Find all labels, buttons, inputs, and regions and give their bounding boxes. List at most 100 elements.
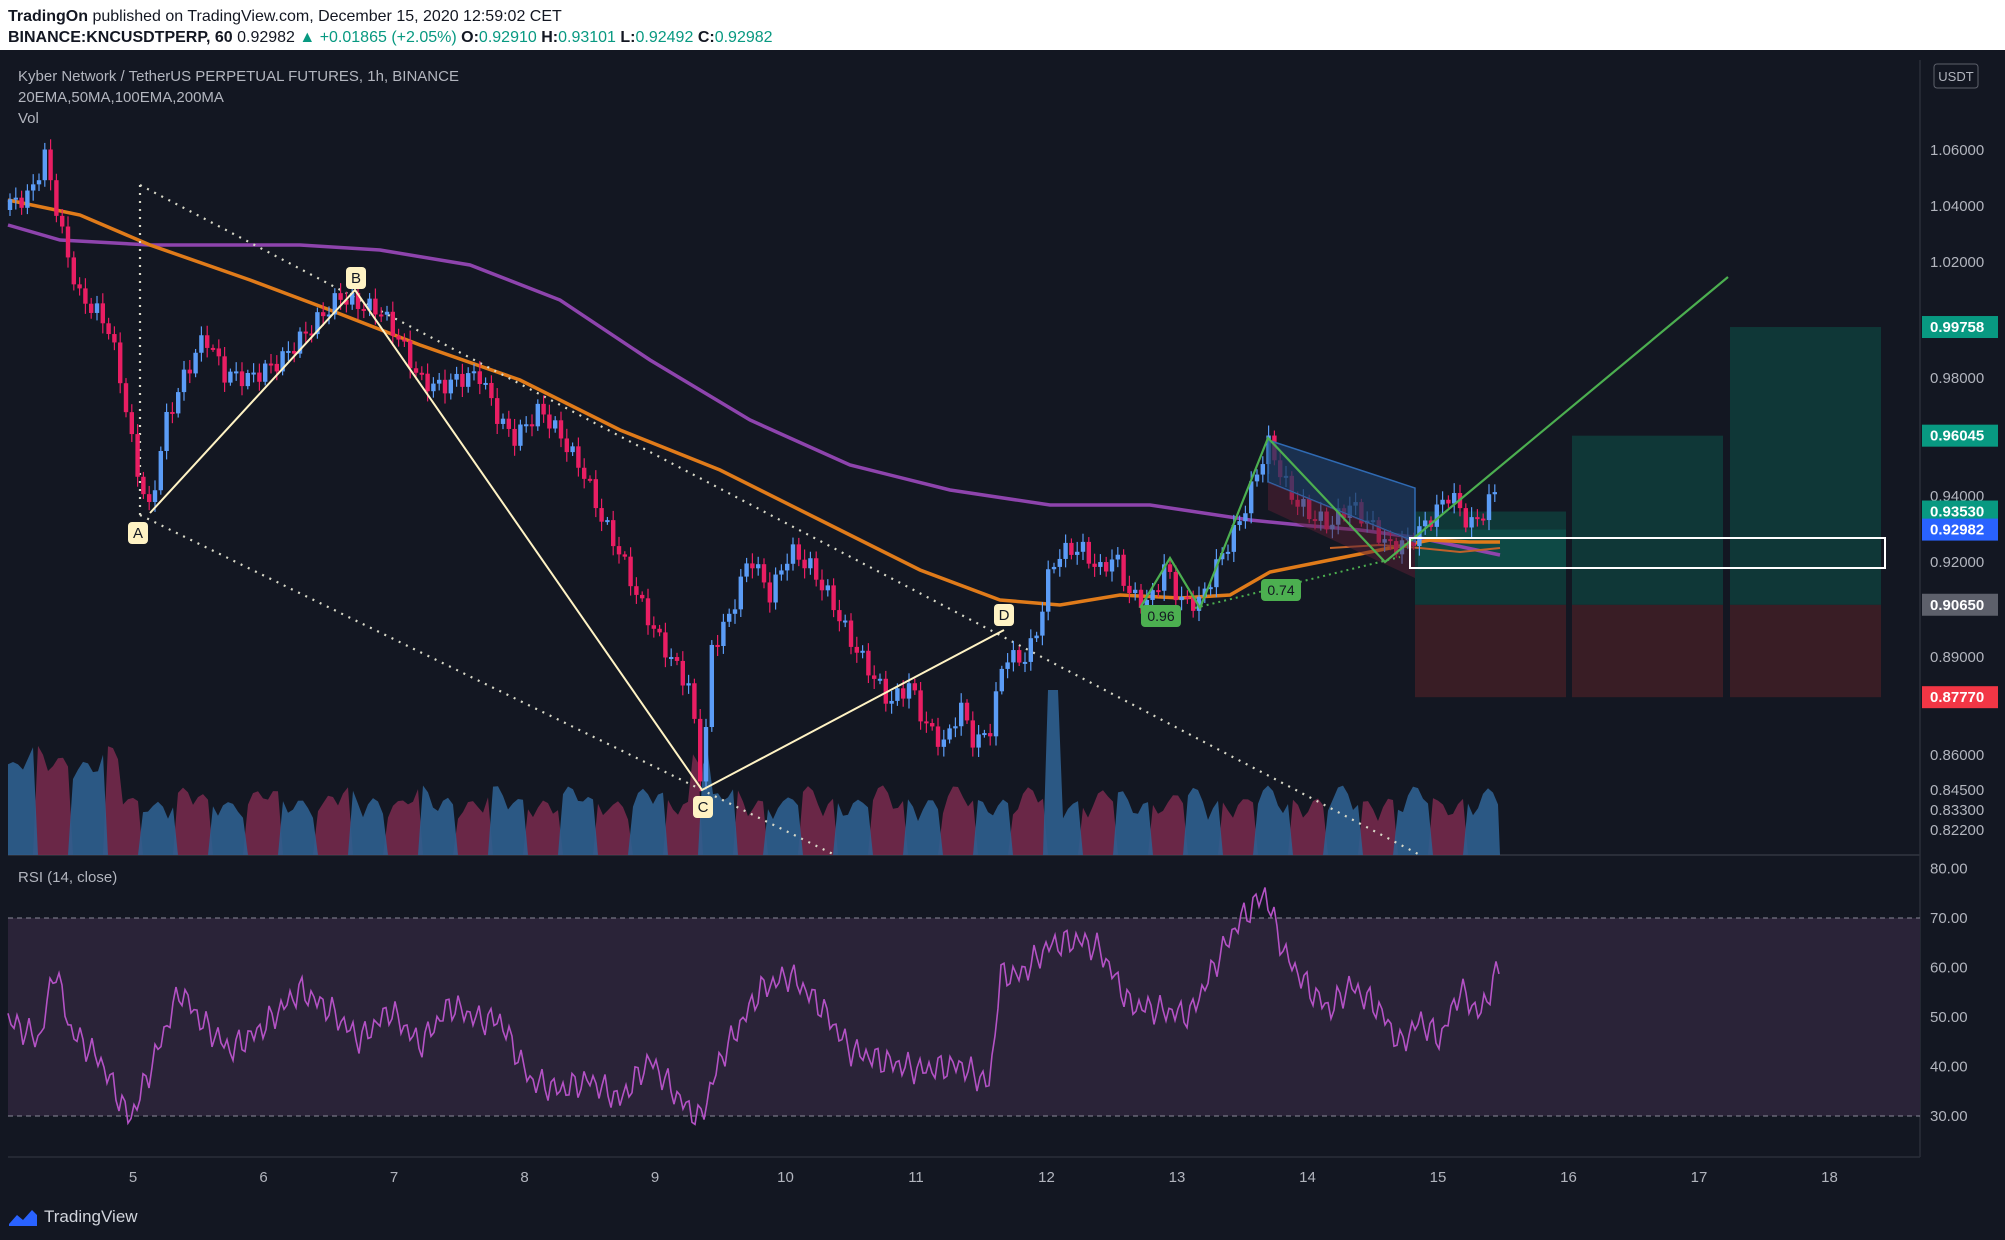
candle-body[interactable] bbox=[959, 702, 964, 727]
candle-body[interactable] bbox=[547, 414, 552, 429]
candle-body[interactable] bbox=[663, 632, 668, 658]
pattern-point-label[interactable]: D bbox=[999, 607, 1010, 624]
candle-body[interactable] bbox=[982, 733, 987, 736]
volume-legend[interactable]: Vol bbox=[18, 110, 39, 127]
candle-body[interactable] bbox=[222, 356, 227, 383]
candle-body[interactable] bbox=[860, 650, 865, 653]
candle-body[interactable] bbox=[83, 288, 88, 304]
fib-ratio-label[interactable]: 0.96 bbox=[1147, 608, 1174, 624]
candle-body[interactable] bbox=[1475, 517, 1480, 520]
candle-body[interactable] bbox=[379, 314, 384, 317]
candle-body[interactable] bbox=[152, 490, 158, 502]
candle-body[interactable] bbox=[500, 418, 506, 424]
candle-body[interactable] bbox=[918, 690, 923, 722]
candle-body[interactable] bbox=[437, 379, 442, 384]
candle-body[interactable] bbox=[42, 149, 47, 181]
candle-body[interactable] bbox=[321, 312, 326, 317]
candle-body[interactable] bbox=[1080, 541, 1086, 552]
candle-body[interactable] bbox=[935, 726, 941, 747]
candle-body[interactable] bbox=[286, 350, 291, 353]
candle-body[interactable] bbox=[541, 403, 546, 415]
candle-body[interactable] bbox=[721, 621, 726, 646]
candle-body[interactable] bbox=[1069, 542, 1074, 555]
candle-body[interactable] bbox=[605, 520, 610, 523]
candle-body[interactable] bbox=[593, 479, 598, 509]
candle-body[interactable] bbox=[1492, 492, 1497, 495]
candle-body[interactable] bbox=[413, 368, 419, 373]
candle-body[interactable] bbox=[576, 446, 581, 468]
candle-body[interactable] bbox=[622, 554, 627, 557]
candle-body[interactable] bbox=[535, 403, 540, 427]
candle-body[interactable] bbox=[1179, 596, 1184, 601]
candle-body[interactable] bbox=[738, 576, 743, 610]
candle-body[interactable] bbox=[1005, 662, 1010, 669]
candle-body[interactable] bbox=[744, 563, 749, 577]
candle-body[interactable] bbox=[228, 371, 233, 383]
candle-body[interactable] bbox=[524, 424, 529, 427]
candle-body[interactable] bbox=[216, 348, 221, 357]
candle-body[interactable] bbox=[199, 335, 204, 353]
candle-body[interactable] bbox=[616, 546, 622, 555]
candle-body[interactable] bbox=[1463, 508, 1468, 528]
candle-body[interactable] bbox=[779, 570, 784, 575]
candle-body[interactable] bbox=[506, 418, 511, 429]
candle-body[interactable] bbox=[181, 369, 187, 393]
candle-body[interactable] bbox=[1243, 513, 1248, 522]
candle-body[interactable] bbox=[245, 372, 250, 387]
candle-body[interactable] bbox=[495, 398, 500, 424]
candle-body[interactable] bbox=[988, 733, 993, 737]
candle-body[interactable] bbox=[587, 478, 593, 481]
candle-body[interactable] bbox=[483, 382, 488, 385]
candle-body[interactable] bbox=[518, 424, 523, 446]
candle-body[interactable] bbox=[611, 520, 616, 547]
candle-body[interactable] bbox=[1104, 562, 1109, 572]
candle-body[interactable] bbox=[1022, 661, 1028, 664]
candle-body[interactable] bbox=[912, 683, 917, 691]
candle-body[interactable] bbox=[819, 579, 825, 591]
candle-body[interactable] bbox=[634, 586, 639, 595]
candle-body[interactable] bbox=[790, 544, 796, 564]
candle-body[interactable] bbox=[1057, 558, 1062, 567]
candle-body[interactable] bbox=[1109, 559, 1115, 572]
candle-body[interactable] bbox=[1185, 596, 1190, 599]
candle-body[interactable] bbox=[54, 180, 59, 216]
candle-body[interactable] bbox=[848, 620, 854, 647]
candle-body[interactable] bbox=[1446, 499, 1451, 504]
candle-body[interactable] bbox=[460, 373, 465, 387]
candle-body[interactable] bbox=[640, 594, 645, 599]
ma-legend[interactable]: 20EMA,50MA,100EMA,200MA bbox=[18, 89, 224, 106]
candle-body[interactable] bbox=[553, 420, 558, 429]
candle-body[interactable] bbox=[373, 298, 378, 315]
candle-body[interactable] bbox=[489, 382, 494, 399]
candle-body[interactable] bbox=[558, 420, 564, 439]
candle-body[interactable] bbox=[964, 702, 970, 721]
candle-body[interactable] bbox=[274, 363, 279, 372]
candle-body[interactable] bbox=[1115, 554, 1120, 560]
candle-body[interactable] bbox=[1254, 474, 1260, 482]
candle-body[interactable] bbox=[36, 180, 42, 185]
candle-body[interactable] bbox=[390, 311, 395, 336]
candle-body[interactable] bbox=[1011, 650, 1016, 663]
candle-body[interactable] bbox=[94, 303, 100, 313]
candle-body[interactable] bbox=[993, 691, 999, 737]
candle-body[interactable] bbox=[756, 564, 761, 569]
candle-body[interactable] bbox=[193, 352, 198, 374]
candle-body[interactable] bbox=[698, 718, 703, 782]
candle-body[interactable] bbox=[89, 303, 94, 313]
candle-body[interactable] bbox=[1423, 520, 1428, 527]
publisher-name[interactable]: TradingOn bbox=[8, 8, 88, 25]
fib-ratio-label[interactable]: 0.74 bbox=[1267, 582, 1294, 598]
candle-body[interactable] bbox=[303, 331, 308, 334]
candle-body[interactable] bbox=[976, 734, 981, 748]
candle-body[interactable] bbox=[529, 424, 535, 427]
candle-body[interactable] bbox=[1040, 611, 1045, 636]
candle-body[interactable] bbox=[889, 700, 894, 704]
candle-body[interactable] bbox=[448, 379, 453, 394]
candle-body[interactable] bbox=[732, 609, 738, 614]
candle-body[interactable] bbox=[251, 372, 256, 375]
candle-body[interactable] bbox=[814, 558, 819, 580]
candle-body[interactable] bbox=[512, 428, 517, 446]
candle-body[interactable] bbox=[669, 657, 674, 660]
candle-body[interactable] bbox=[170, 411, 175, 414]
candle-body[interactable] bbox=[402, 339, 407, 342]
